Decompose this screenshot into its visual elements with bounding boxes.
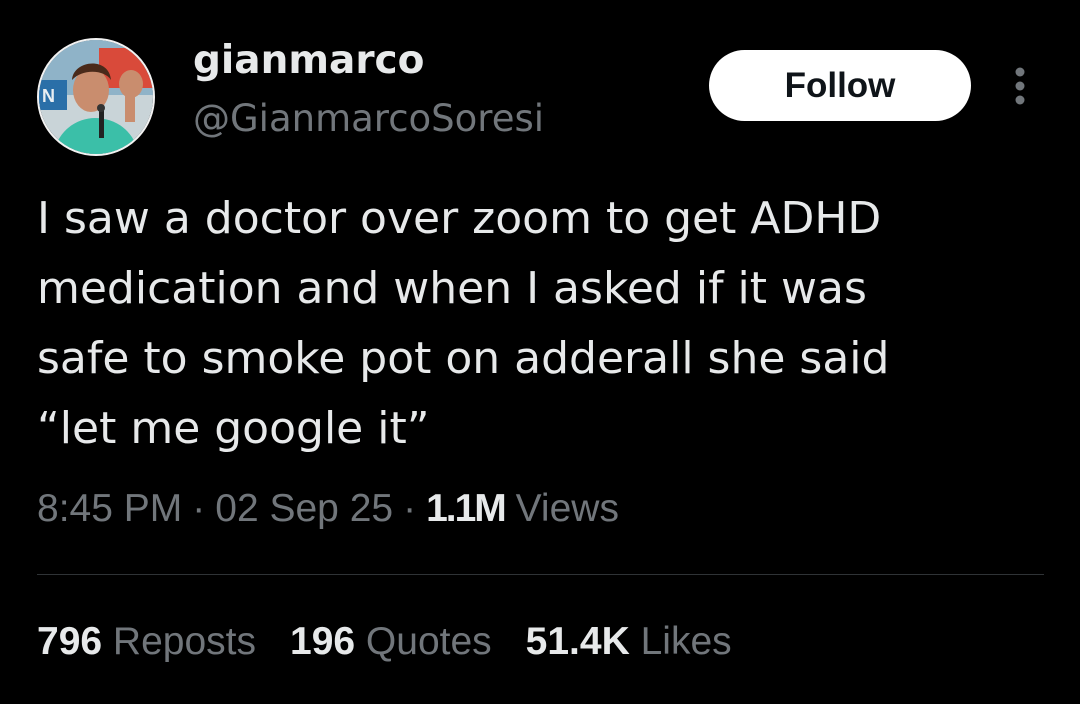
meta-separator: ·: [403, 487, 417, 530]
likes-label: Likes: [640, 620, 732, 663]
follow-button[interactable]: Follow: [709, 50, 971, 121]
svg-text:N: N: [42, 86, 55, 106]
reposts-label: Reposts: [112, 620, 256, 663]
likes-count: 51.4K: [525, 620, 630, 663]
more-horizontal-dots-icon: [1015, 67, 1025, 105]
views-label: Views: [515, 487, 619, 530]
tweet-date[interactable]: 02 Sep 25: [215, 487, 393, 530]
likes-stat[interactable]: 51.4K Likes: [526, 620, 732, 663]
quotes-stat[interactable]: 196 Quotes: [290, 620, 492, 663]
more-options-button[interactable]: [1000, 62, 1040, 110]
author-display-name[interactable]: gianmarco: [193, 39, 424, 83]
quotes-label: Quotes: [365, 620, 492, 663]
divider: [37, 574, 1044, 575]
tweet-meta: 8:45 PM · 02 Sep 25 · 1.1M Views: [37, 486, 619, 533]
engagement-stats: 796 Reposts 196 Quotes 51.4K Likes: [37, 619, 766, 666]
quotes-count: 196: [290, 620, 356, 663]
avatar-photo: N: [39, 40, 153, 154]
meta-separator: ·: [192, 487, 206, 530]
tweet-time[interactable]: 8:45 PM: [37, 487, 182, 530]
reposts-count: 796: [37, 620, 103, 663]
reposts-stat[interactable]: 796 Reposts: [37, 620, 256, 663]
views-count: 1.1M: [426, 487, 507, 530]
avatar[interactable]: N: [37, 38, 155, 156]
author-handle[interactable]: @GianmarcoSoresi: [193, 98, 544, 140]
tweet-text: I saw a doctor over zoom to get ADHD med…: [37, 193, 890, 454]
